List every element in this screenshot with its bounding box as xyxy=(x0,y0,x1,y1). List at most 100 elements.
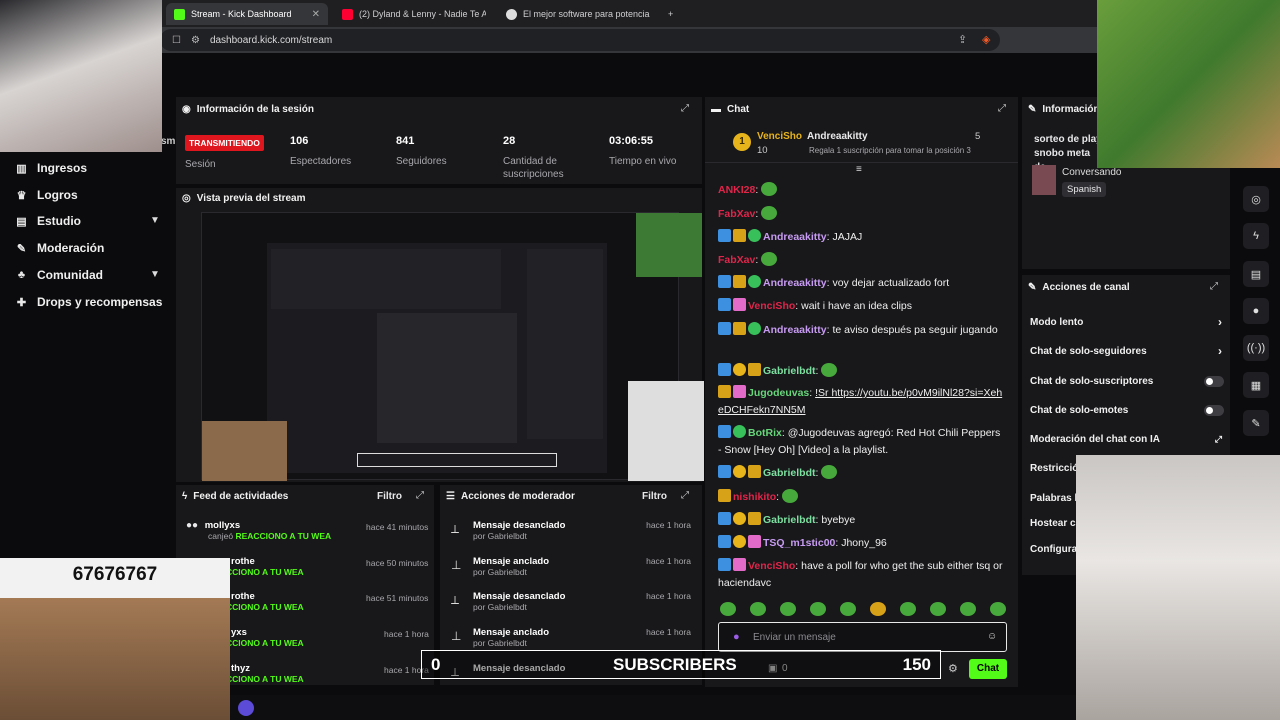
close-tab-icon[interactable]: ✕ xyxy=(312,9,320,20)
settings-gear-icon[interactable]: ⚙ xyxy=(948,662,958,675)
chat-message[interactable]: VenciSho: wait i have an idea clips xyxy=(718,298,1006,315)
chat-badge-icon xyxy=(718,558,731,571)
wrench-icon: ✎ xyxy=(16,242,27,255)
ai-moderation-option[interactable]: Moderación del chat con IA ⤢ xyxy=(1030,434,1226,445)
chat-text: byebye xyxy=(821,514,856,526)
sidebar-item-label: Ingresos xyxy=(37,161,88,175)
mod-filter-button[interactable]: Filtro xyxy=(642,491,667,502)
emote-icon[interactable] xyxy=(900,602,916,616)
discord-icon[interactable] xyxy=(238,700,254,716)
microphone-icon[interactable]: ● xyxy=(733,631,740,643)
emote-icon[interactable] xyxy=(780,602,796,616)
eye-icon: ◎ xyxy=(182,193,191,204)
chat-message[interactable]: nishikito: xyxy=(718,489,1006,506)
sidebar-item-comunidad[interactable]: ♣ Comunidad xyxy=(16,268,103,282)
chat-badge-icon xyxy=(748,363,761,376)
emote-icon[interactable] xyxy=(840,602,856,616)
activity-panel-title: ϟ Feed de actividades xyxy=(182,491,288,502)
camera-icon[interactable]: ◎ xyxy=(1243,186,1269,212)
chat-username[interactable]: Andreaakitty xyxy=(763,277,827,289)
broadcast-icon[interactable]: ((·)) xyxy=(1243,335,1269,361)
emote-icon[interactable] xyxy=(990,602,1006,616)
tab-youtube[interactable]: (2) Dyland & Lenny - Nadie Te Amará xyxy=(334,3,494,25)
chevron-down-icon[interactable]: ▼ xyxy=(150,215,160,226)
emote-icon[interactable] xyxy=(810,602,826,616)
brave-shield-icon[interactable]: ◈ xyxy=(982,33,990,46)
stream-preview-video[interactable] xyxy=(201,212,704,481)
chat-username[interactable]: nishikito xyxy=(733,491,776,503)
chat-message[interactable]: ANKI28: xyxy=(718,182,1006,199)
sidebar-item-moderacion[interactable]: ✎ Moderación xyxy=(16,241,104,255)
emote-icon[interactable] xyxy=(870,602,886,616)
chat-username[interactable]: Gabrielbdt xyxy=(763,467,816,479)
emote-icon[interactable] xyxy=(960,602,976,616)
language-tag: Spanish xyxy=(1062,182,1107,197)
chat-message[interactable]: Gabrielbdt: xyxy=(718,363,1006,380)
followers-only-option[interactable]: Chat de solo-seguidores › xyxy=(1030,344,1226,358)
chat-username[interactable]: BotRix xyxy=(748,427,782,439)
chat-username[interactable]: VenciSho xyxy=(748,560,795,572)
sidebar-item-ingresos[interactable]: ▥ Ingresos xyxy=(16,161,87,175)
chat-username[interactable]: Gabrielbdt xyxy=(763,514,816,526)
emotes-only-toggle[interactable] xyxy=(1204,405,1224,416)
chat-message[interactable]: Andreaakitty: voy dejar actualizado fort xyxy=(718,275,1006,292)
chat-bubble-icon[interactable]: ● xyxy=(1243,298,1269,324)
chat-message[interactable]: Gabrielbdt: xyxy=(718,465,1006,482)
bookmark-icon[interactable]: ☐ xyxy=(172,35,181,46)
expand-icon[interactable]: ⤢ xyxy=(416,490,424,501)
expand-icon[interactable]: ⤢ xyxy=(1210,281,1218,292)
slow-mode-option[interactable]: Modo lento › xyxy=(1030,315,1226,329)
lightning-icon[interactable]: ϟ xyxy=(1243,223,1269,249)
option-label: Modo lento xyxy=(1030,317,1084,328)
chat-username[interactable]: Andreaakitty xyxy=(763,231,827,243)
chat-emote-icon xyxy=(761,252,778,266)
chat-message[interactable]: FabXav: xyxy=(718,206,1006,223)
tab-kick-dashboard[interactable]: Stream - Kick Dashboard ✕ xyxy=(166,3,328,25)
url-field[interactable]: ☐ ⚙ dashboard.kick.com/stream xyxy=(160,29,1000,51)
emote-icon[interactable] xyxy=(750,602,766,616)
chat-username[interactable]: TSQ_m1stic00 xyxy=(763,537,835,549)
expand-icon[interactable]: ⤢ xyxy=(681,490,689,501)
new-tab-button[interactable]: + xyxy=(660,3,681,25)
expand-icon[interactable]: ⤢ xyxy=(998,103,1006,114)
expand-icon[interactable]: ⤢ xyxy=(681,103,689,114)
emote-icon[interactable] xyxy=(930,602,946,616)
chat-input-field[interactable]: ● Enviar un mensaje ☺ xyxy=(718,622,1007,652)
chat-message[interactable]: Andreaakitty: JAJAJ xyxy=(718,229,1006,246)
chat-username[interactable]: Gabrielbdt xyxy=(763,365,816,377)
gifter-target-count: 5 xyxy=(975,131,981,142)
wrench-icon[interactable]: ✎ xyxy=(1243,410,1269,436)
chat-message[interactable]: BotRix: @Jugodeuvas agregó: Red Hot Chil… xyxy=(718,425,1006,459)
chat-message[interactable]: FabXav: xyxy=(718,252,1006,269)
site-info-icon[interactable]: ⚙ xyxy=(191,35,200,46)
chat-username[interactable]: Jugodeuvas xyxy=(748,387,809,399)
preview-panel-title: ◎ Vista previa del stream xyxy=(182,193,306,204)
overlay-kitten-dance-image xyxy=(0,0,162,152)
activity-time: hace 1 hora xyxy=(384,629,429,639)
chat-username[interactable]: FabXav xyxy=(718,208,755,220)
emote-icon[interactable] xyxy=(720,602,736,616)
tab-software[interactable]: El mejor software para potenciar xyxy=(498,3,658,25)
chat-message[interactable]: Jugodeuvas: !Sr https://youtu.be/p0vM9il… xyxy=(718,385,1006,419)
chat-badge-icon xyxy=(718,425,731,438)
chat-message[interactable]: Gabrielbdt: byebye xyxy=(718,512,1006,529)
chat-message[interactable]: VenciSho: have a poll for who get the su… xyxy=(718,558,1006,592)
document-icon[interactable]: ▤ xyxy=(1243,261,1269,287)
send-chat-button[interactable]: Chat xyxy=(969,659,1007,679)
sidebar-item-logros[interactable]: ♛ Logros xyxy=(16,188,78,202)
collapse-icon[interactable]: ≡ xyxy=(856,164,862,175)
activity-filter-button[interactable]: Filtro xyxy=(377,491,402,502)
chat-username[interactable]: ANKI28 xyxy=(718,184,755,196)
chat-username[interactable]: FabXav xyxy=(718,254,755,266)
emoji-picker-icon[interactable]: ☺ xyxy=(987,631,997,642)
chat-username[interactable]: Andreaakitty xyxy=(763,324,827,336)
layout-icon[interactable]: ▦ xyxy=(1243,372,1269,398)
chat-username[interactable]: VenciSho xyxy=(748,300,795,312)
chat-message[interactable]: Andreaakitty: te aviso después pa seguir… xyxy=(718,322,1006,339)
share-icon[interactable]: ⇪ xyxy=(958,33,967,46)
sidebar-item-estudio[interactable]: ▤ Estudio xyxy=(16,214,81,228)
sidebar-item-drops[interactable]: ✚ Drops y recompensas xyxy=(16,295,163,309)
chevron-down-icon[interactable]: ▼ xyxy=(150,269,160,280)
subscribers-only-toggle[interactable] xyxy=(1204,376,1224,387)
chat-message[interactable]: TSQ_m1stic00: Jhony_96 xyxy=(718,535,1006,552)
